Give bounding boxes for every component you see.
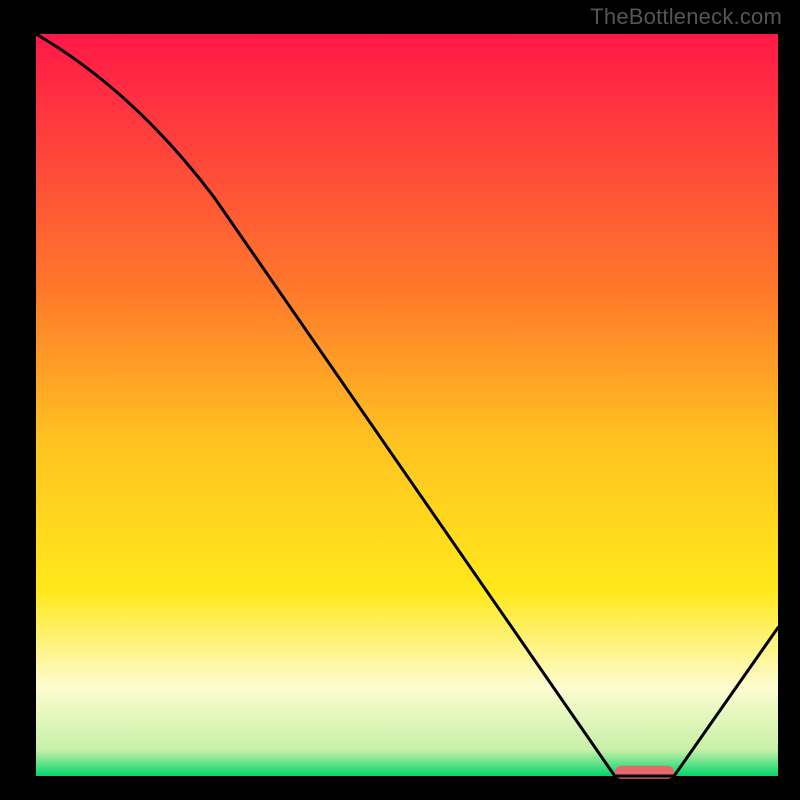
attribution-label: TheBottleneck.com (590, 4, 782, 30)
plot-background (36, 34, 778, 776)
chart-container: TheBottleneck.com (0, 0, 800, 800)
bottleneck-chart (0, 0, 800, 800)
